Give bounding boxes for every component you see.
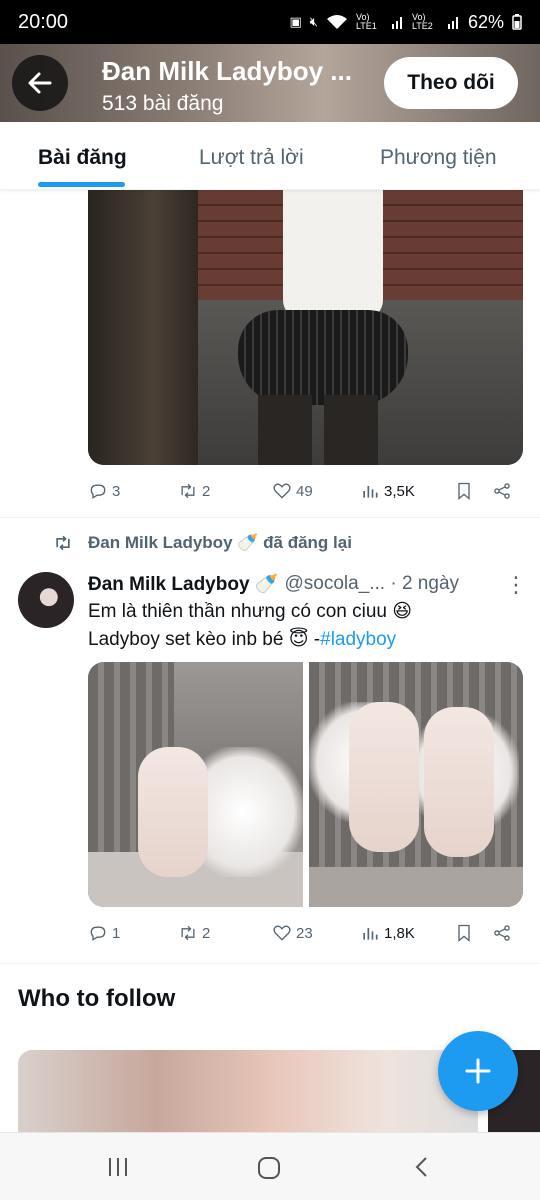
status-bar: 20:00 ▣ 🔇︎ Vo) LTE1 Vo) LTE2 62% — [0, 0, 540, 44]
reply-button[interactable]: 3 — [88, 481, 120, 501]
repost-count: 2 — [202, 924, 211, 942]
repost-count: 2 — [202, 482, 211, 500]
repost-icon — [181, 483, 195, 499]
like-count: 23 — [296, 924, 313, 942]
like-count: 49 — [296, 482, 313, 500]
post-image-grid — [88, 662, 523, 907]
battery-icon — [512, 14, 522, 30]
status-icons: ▣ 🔇︎ Vo) LTE1 Vo) LTE2 62% — [289, 12, 522, 33]
view-count: 3,5K — [384, 482, 415, 500]
reply-button[interactable]: 1 — [88, 923, 120, 943]
share-icon — [494, 925, 510, 941]
signal1-icon — [391, 17, 402, 29]
post-header: Đan Milk Ladyboy 🍼 @socola_... · 2 ngày — [88, 572, 508, 596]
tab-media[interactable]: Phương tiện — [380, 146, 497, 170]
post-divider — [0, 517, 540, 518]
system-nav-bar — [0, 1132, 540, 1200]
post-actions: 1 2 23 1,8K — [88, 918, 518, 948]
suggestion-card-image[interactable] — [18, 1050, 478, 1135]
repost-notice[interactable]: Đan Milk Ladyboy 🍼 đã đăng lại — [52, 533, 352, 553]
section-divider — [0, 963, 540, 964]
recents-icon[interactable] — [106, 1155, 130, 1179]
share-icon — [494, 483, 510, 499]
profile-tabs: Bài đăng Lượt trả lời Phương tiện — [0, 122, 540, 190]
repost-notice-text: Đan Milk Ladyboy 🍼 đã đăng lại — [88, 533, 352, 552]
reply-count: 3 — [112, 482, 121, 500]
post-text-line2: Ladyboy set kèo inb bé 😇 -#ladyboy — [88, 626, 518, 654]
more-options-icon[interactable]: ⋮ — [505, 572, 527, 598]
repost-button[interactable]: 2 — [178, 481, 210, 501]
post-image[interactable] — [88, 190, 523, 465]
share-button[interactable] — [492, 923, 512, 943]
back-button[interactable] — [12, 55, 68, 111]
share-button[interactable] — [492, 481, 512, 501]
post-text-line1: Em là thiên thần nhưng có con ciuu 😆 — [88, 601, 413, 622]
reply-icon — [90, 926, 106, 941]
compose-button[interactable] — [438, 1031, 518, 1111]
wifi-icon — [326, 15, 347, 29]
reply-count: 1 — [112, 924, 121, 942]
repost-button[interactable]: 2 — [178, 923, 210, 943]
sim2-label: Vo) LTE2 — [411, 12, 433, 31]
status-time: 20:00 — [18, 10, 69, 33]
like-button[interactable]: 23 — [272, 923, 313, 943]
views-chart-icon — [363, 486, 378, 498]
heart-icon — [273, 925, 291, 941]
views-chart-icon — [363, 928, 378, 940]
repost-icon — [181, 925, 195, 941]
tab-posts[interactable]: Bài đăng — [38, 146, 127, 170]
post-text-line2-prefix: Ladyboy set kèo inb bé 😇 - — [88, 629, 321, 650]
who-to-follow-heading: Who to follow — [18, 985, 176, 1012]
active-tab-indicator — [38, 182, 125, 187]
post-image-right[interactable] — [308, 662, 523, 907]
follow-button[interactable]: Theo dõi — [384, 57, 518, 109]
post-count: 513 bài đăng — [102, 92, 224, 115]
post-actions: 3 2 49 3,5K — [88, 476, 518, 506]
post-handle-time: @socola_... · 2 ngày — [284, 573, 460, 594]
battery-level: 62% — [467, 11, 504, 32]
post-image-left[interactable] — [88, 662, 303, 907]
bookmark-icon — [458, 482, 470, 500]
post-text: Em là thiên thần nhưng có con ciuu 😆 Lad… — [88, 598, 518, 654]
views-button[interactable]: 3,5K — [360, 481, 415, 501]
views-button[interactable]: 1,8K — [360, 923, 415, 943]
bookmark-button[interactable] — [454, 923, 474, 943]
profile-name: Đan Milk Ladyboy ... — [102, 56, 352, 86]
home-icon[interactable] — [256, 1155, 282, 1181]
mute-icon: 🔇︎ — [309, 14, 318, 29]
bookmark-button[interactable] — [454, 481, 474, 501]
arrow-left-icon — [28, 72, 52, 94]
heart-icon — [273, 483, 291, 499]
avatar[interactable] — [18, 572, 74, 628]
like-button[interactable]: 49 — [272, 481, 313, 501]
view-count: 1,8K — [384, 924, 415, 942]
sim1-label: Vo) LTE1 — [355, 12, 377, 31]
repost-icon — [56, 535, 70, 551]
hashtag-link[interactable]: #ladyboy — [320, 629, 396, 650]
tab-replies[interactable]: Lượt trả lời — [199, 146, 304, 170]
profile-header: Đan Milk Ladyboy ... 513 bài đăng Theo d… — [0, 44, 540, 122]
plus-icon — [465, 1058, 491, 1084]
signal2-icon — [447, 17, 458, 29]
post-author-name[interactable]: Đan Milk Ladyboy 🍼 — [88, 572, 278, 596]
back-nav-icon[interactable] — [410, 1155, 434, 1179]
reply-icon — [90, 484, 106, 499]
bookmark-icon — [458, 924, 470, 942]
notification-icon: ▣ — [289, 14, 302, 29]
